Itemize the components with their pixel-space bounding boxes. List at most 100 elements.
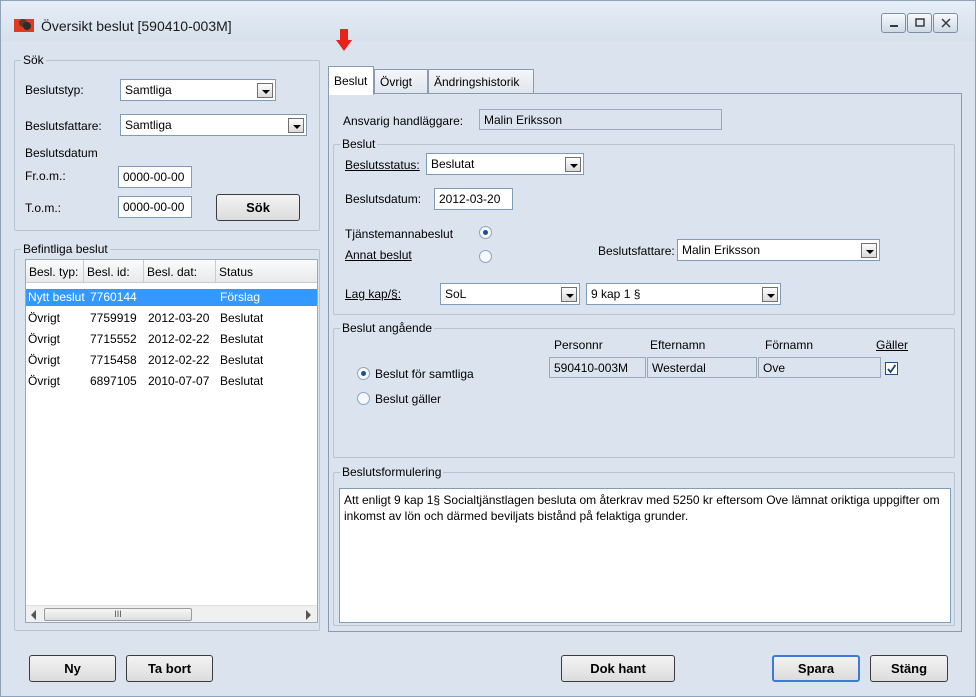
- beslutstyp-dropdown[interactable]: Samtliga: [120, 79, 276, 101]
- fornamn-field: Ove: [758, 357, 881, 378]
- chevron-down-icon[interactable]: [288, 118, 304, 133]
- tjanstemanna-label: Tjänstemannabeslut: [345, 227, 454, 241]
- beslutsfattare-filter-label: Beslutsfattare:: [25, 119, 102, 133]
- beslutsfattare-dropdown[interactable]: Malin Eriksson: [677, 239, 880, 261]
- save-button[interactable]: Spara: [772, 655, 860, 682]
- table-row[interactable]: Övrigt 7759919 2012-03-20 Beslutat: [26, 310, 317, 327]
- main-window: Översikt beslut [590410-003M] Sök Beslut…: [0, 0, 976, 697]
- cell-dat: 2012-02-22: [148, 332, 210, 346]
- beslut-samtliga-label: Beslut för samtliga: [375, 367, 474, 381]
- cell-id: 7760144: [90, 290, 137, 304]
- cell-dat: 2010-07-07: [148, 374, 210, 388]
- cell-dat: 2012-03-20: [148, 311, 210, 325]
- new-button[interactable]: Ny: [29, 655, 116, 682]
- table-row[interactable]: Övrigt 6897105 2010-07-07 Beslutat: [26, 373, 317, 390]
- chevron-down-icon[interactable]: [257, 83, 273, 98]
- kap-dropdown[interactable]: 9 kap 1 §: [586, 283, 781, 305]
- tab-andringshistorik[interactable]: Ändringshistorik: [428, 69, 534, 94]
- scroll-right-icon[interactable]: [306, 609, 312, 623]
- kap-value: 9 kap 1 §: [591, 287, 641, 301]
- chevron-down-icon[interactable]: [565, 157, 581, 172]
- from-date-input[interactable]: 0000-00-00: [118, 166, 192, 188]
- cell-status: Beslutat: [220, 311, 264, 325]
- col-efternamn: Efternamn: [650, 338, 706, 352]
- maximize-button[interactable]: [907, 13, 932, 33]
- checkmark-icon: [887, 364, 897, 374]
- cell-id: 7715552: [90, 332, 137, 346]
- beslutsfattare-filter-value: Samtliga: [125, 118, 172, 132]
- cell-dat: 2012-02-22: [148, 353, 210, 367]
- beslutsfattare-filter-dropdown[interactable]: Samtliga: [120, 114, 307, 136]
- personnr-field: 590410-003M: [549, 357, 646, 378]
- close-dialog-button[interactable]: Stäng: [870, 655, 948, 682]
- chevron-down-icon[interactable]: [762, 287, 778, 302]
- from-date-label: Fr.o.m.:: [25, 169, 66, 183]
- beslutsstatus-dropdown[interactable]: Beslutat: [426, 153, 584, 175]
- beslutsfattare-value: Malin Eriksson: [682, 243, 761, 257]
- search-group-label: Sök: [21, 53, 46, 67]
- column-header-typ[interactable]: Besl. typ:: [26, 260, 84, 283]
- beslutsformulering-textarea[interactable]: Att enligt 9 kap 1§ Socialtjänstlagen be…: [339, 488, 951, 623]
- cell-id: 7759919: [90, 311, 137, 325]
- tab-panel-beslut: Ansvarig handläggare: Malin Eriksson Bes…: [328, 93, 962, 632]
- dok-hant-button[interactable]: Dok hant: [561, 655, 675, 682]
- column-header-status[interactable]: Status: [216, 260, 317, 283]
- column-header-id[interactable]: Besl. id:: [84, 260, 144, 283]
- cell-status: Beslutat: [220, 332, 264, 346]
- chevron-down-icon[interactable]: [861, 243, 877, 258]
- table-row[interactable]: Övrigt 7715458 2012-02-22 Beslutat: [26, 352, 317, 369]
- lag-dropdown[interactable]: SoL: [440, 283, 580, 305]
- ansvarig-field: Malin Eriksson: [479, 109, 722, 130]
- beslutsdatum-input[interactable]: 2012-03-20: [434, 188, 513, 210]
- col-fornamn: Förnamn: [765, 338, 814, 352]
- cell-id: 6897105: [90, 374, 137, 388]
- delete-button[interactable]: Ta bort: [126, 655, 213, 682]
- horizontal-scrollbar[interactable]: III: [26, 605, 317, 622]
- angaende-group-label: Beslut angående: [340, 321, 435, 335]
- beslut-samtliga-radio[interactable]: [357, 367, 370, 380]
- tab-ovrigt[interactable]: Övrigt: [374, 69, 428, 94]
- beslutsdatum-label: Beslutsdatum:: [345, 192, 422, 206]
- table-row[interactable]: Övrigt 7715552 2012-02-22 Beslutat: [26, 331, 317, 348]
- formulering-group-label: Beslutsformulering: [340, 465, 444, 479]
- beslutsfattare-label: Beslutsfattare:: [598, 244, 675, 258]
- app-icon: [14, 17, 34, 33]
- cell-status: Beslutat: [220, 353, 264, 367]
- lag-value: SoL: [445, 287, 467, 301]
- search-button[interactable]: Sök: [216, 194, 300, 221]
- beslut-group-label: Beslut: [340, 137, 378, 151]
- cell-typ: Övrigt: [28, 311, 61, 325]
- lag-kap-label: Lag kap/§:: [345, 287, 402, 301]
- list-header: Besl. typ: Besl. id: Besl. dat: Status: [26, 260, 317, 283]
- tjanstemanna-radio[interactable]: [479, 226, 492, 239]
- ansvarig-label: Ansvarig handläggare:: [343, 114, 464, 128]
- close-button[interactable]: [933, 13, 958, 33]
- beslutsstatus-value: Beslutat: [431, 157, 475, 171]
- col-galler: Gäller: [876, 338, 909, 352]
- beslutstyp-label: Beslutstyp:: [25, 83, 84, 97]
- beslutsformulering-group: Beslutsformulering Att enligt 9 kap 1§ S…: [333, 465, 955, 626]
- title-bar: Översikt beslut [590410-003M]: [1, 1, 975, 41]
- column-header-dat[interactable]: Besl. dat:: [144, 260, 216, 283]
- beslutsstatus-label: Beslutsstatus:: [345, 158, 420, 172]
- cell-status: Förslag: [220, 290, 261, 304]
- down-arrow-icon: [336, 29, 352, 54]
- galler-checkbox[interactable]: [885, 362, 898, 375]
- existing-group-label: Befintliga beslut: [21, 242, 110, 256]
- decisions-list[interactable]: Besl. typ: Besl. id: Besl. dat: Status N…: [25, 259, 318, 623]
- cell-id: 7715458: [90, 353, 137, 367]
- annat-beslut-radio[interactable]: [479, 250, 492, 263]
- beslut-galler-radio[interactable]: [357, 392, 370, 405]
- chevron-down-icon[interactable]: [561, 287, 577, 302]
- beslut-galler-label: Beslut gäller: [375, 392, 442, 406]
- scroll-left-icon[interactable]: [31, 609, 37, 623]
- cell-typ: Övrigt: [28, 332, 61, 346]
- tab-beslut[interactable]: Beslut: [328, 66, 374, 95]
- col-personnr: Personnr: [554, 338, 603, 352]
- to-date-input[interactable]: 0000-00-00: [118, 196, 192, 218]
- table-row[interactable]: Nytt beslut 7760144 Förslag: [26, 289, 317, 306]
- minimize-button[interactable]: [881, 13, 906, 33]
- beslutsdatum-filter-label: Beslutsdatum: [25, 146, 98, 160]
- efternamn-field: Westerdal: [647, 357, 757, 378]
- scroll-thumb[interactable]: III: [44, 608, 192, 621]
